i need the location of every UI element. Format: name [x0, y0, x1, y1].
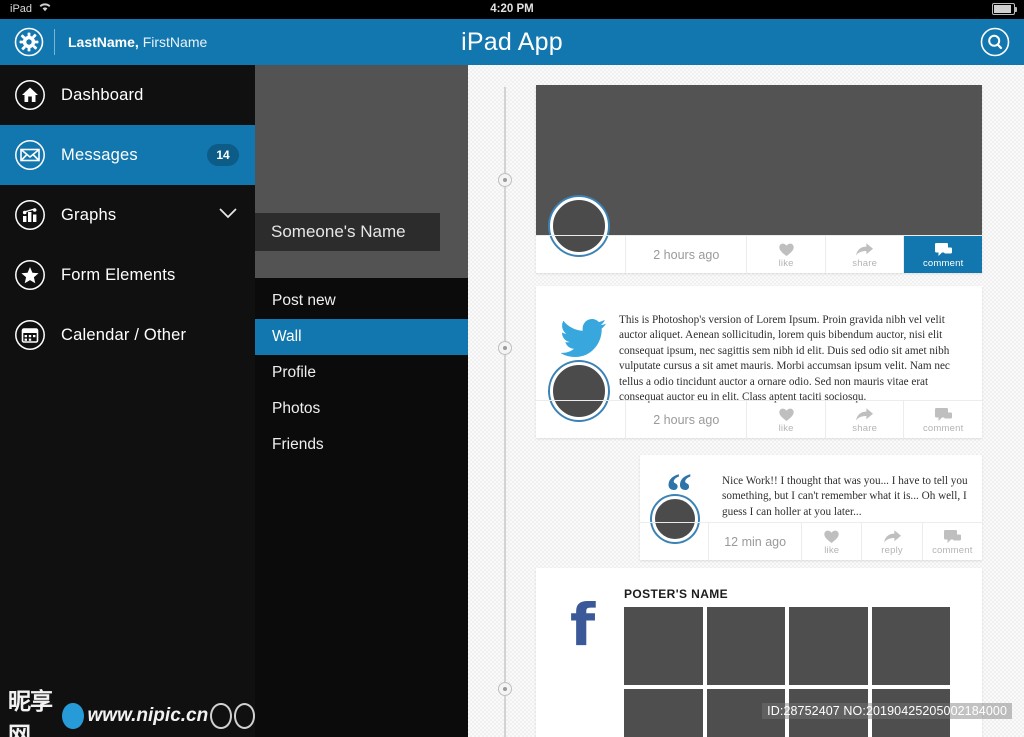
main-sidebar: Dashboard Messages 14 Graphs Form Elemen…	[0, 65, 255, 737]
comment-button[interactable]: comment	[903, 401, 982, 438]
timeline-dot[interactable]	[498, 682, 512, 696]
photo-cell[interactable]	[789, 607, 868, 685]
sidebar-item-messages[interactable]: Messages 14	[0, 125, 255, 185]
feed-content-area: 2 hours ago like share comment This is P…	[468, 65, 1024, 737]
sidebar-item-label: Calendar / Other	[61, 325, 187, 344]
submenu-item-profile[interactable]: Profile	[255, 355, 468, 391]
feed-post-quote: “ Nice Work!! I thought that was you... …	[640, 455, 982, 560]
reply-button[interactable]: reply	[861, 523, 921, 560]
like-label: like	[778, 257, 794, 269]
post-action-bar: 2 hours ago like share comment	[536, 235, 982, 273]
submenu-item-wall[interactable]: Wall	[255, 319, 468, 355]
post-body-text: This is Photoshop's version of Lorem Ips…	[619, 314, 950, 404]
bar-chart-icon	[14, 199, 46, 231]
profile-name-label: Someone's Name	[255, 213, 440, 251]
timeline-dot[interactable]	[498, 173, 512, 187]
share-icon	[883, 528, 902, 544]
share-button[interactable]: share	[824, 401, 904, 438]
comment-label: comment	[922, 422, 964, 434]
status-bar-time: 4:20 PM	[490, 3, 534, 15]
profile-submenu: Post new Wall Profile Photos Friends	[255, 278, 468, 463]
post-timestamp: 12 min ago	[708, 523, 801, 560]
source-watermark: 昵享网 www.nipic.cn	[8, 689, 255, 737]
comment-button[interactable]: comment	[921, 523, 982, 560]
like-label: like	[824, 544, 840, 556]
submenu-item-post-new[interactable]: Post new	[255, 283, 468, 319]
comment-button[interactable]: comment	[903, 236, 982, 273]
comment-icon	[943, 528, 962, 544]
calendar-icon	[14, 319, 46, 351]
share-button[interactable]: share	[824, 236, 904, 273]
avatar-spacer	[536, 401, 625, 438]
envelope-icon	[14, 139, 46, 171]
share-label: share	[852, 257, 878, 269]
home-icon	[14, 79, 46, 111]
battery-icon	[992, 3, 1017, 15]
stock-id-watermark: ID:28752407 NO:20190425205002184000	[762, 703, 1012, 719]
page-title: iPad App	[461, 28, 563, 56]
feed-post-media: 2 hours ago like share comment	[536, 85, 982, 273]
comment-label: comment	[932, 544, 973, 556]
poster-name: POSTER'S NAME	[624, 587, 729, 601]
watermark-twitter-icon	[62, 703, 84, 729]
watermark-rss-icon	[233, 703, 255, 729]
sidebar-item-dashboard[interactable]: Dashboard	[0, 65, 255, 125]
post-timestamp: 2 hours ago	[625, 401, 746, 438]
share-icon	[855, 406, 874, 422]
like-button[interactable]: like	[746, 236, 825, 273]
sidebar-item-graphs[interactable]: Graphs	[0, 185, 255, 245]
watermark-url: www.nipic.cn	[87, 705, 209, 726]
secondary-panel: Someone's Name Post new Wall Profile Pho…	[255, 65, 468, 737]
like-label: like	[778, 422, 794, 434]
sidebar-item-form-elements[interactable]: Form Elements	[0, 245, 255, 305]
submenu-item-photos[interactable]: Photos	[255, 391, 468, 427]
photo-cell[interactable]	[624, 607, 703, 685]
watermark-gplus-icon	[210, 703, 232, 729]
share-label: share	[852, 422, 878, 434]
share-icon	[855, 241, 874, 257]
watermark-chinese-text: 昵享网	[8, 689, 53, 737]
photo-cell[interactable]	[706, 607, 785, 685]
profile-photo-placeholder[interactable]: Someone's Name	[255, 65, 468, 278]
comment-label: comment	[922, 257, 964, 269]
like-button[interactable]: like	[801, 523, 861, 560]
sidebar-item-calendar-other[interactable]: Calendar / Other	[0, 305, 255, 365]
like-button[interactable]: like	[746, 401, 825, 438]
post-body-text: Nice Work!! I thought that was you... I …	[722, 475, 968, 518]
sidebar-item-label: Dashboard	[61, 85, 144, 104]
ipad-app-screen: iPad 4:20 PM LastName, FirstName iPad Ap…	[0, 0, 1024, 737]
post-timestamp: 2 hours ago	[625, 236, 746, 273]
post-action-bar: 12 min ago like reply comment	[640, 522, 982, 560]
heart-icon	[823, 528, 840, 544]
twitter-bird-icon	[560, 318, 607, 363]
photo-cell[interactable]	[624, 689, 703, 737]
sidebar-item-label: Messages	[61, 145, 138, 164]
photo-cell[interactable]	[871, 607, 950, 685]
submenu-item-friends[interactable]: Friends	[255, 427, 468, 463]
heart-icon	[778, 241, 795, 257]
post-action-bar: 2 hours ago like share comment	[536, 400, 982, 438]
comment-icon	[934, 241, 953, 257]
avatar-spacer	[640, 523, 708, 560]
facebook-icon: f	[570, 591, 596, 659]
comment-icon	[934, 406, 953, 422]
feed-post-twitter: This is Photoshop's version of Lorem Ips…	[536, 286, 982, 438]
messages-badge: 14	[207, 144, 239, 166]
timeline-dot[interactable]	[498, 341, 512, 355]
chevron-down-icon[interactable]	[219, 206, 237, 224]
ios-status-bar: iPad 4:20 PM	[0, 0, 1024, 19]
star-icon	[14, 259, 46, 291]
search-icon[interactable]	[980, 27, 1010, 57]
avatar-spacer	[536, 236, 625, 273]
heart-icon	[778, 406, 795, 422]
sidebar-item-label: Graphs	[61, 205, 117, 224]
reply-label: reply	[881, 544, 903, 556]
app-header-bar: LastName, FirstName iPad App	[0, 19, 1024, 65]
sidebar-item-label: Form Elements	[61, 265, 176, 284]
